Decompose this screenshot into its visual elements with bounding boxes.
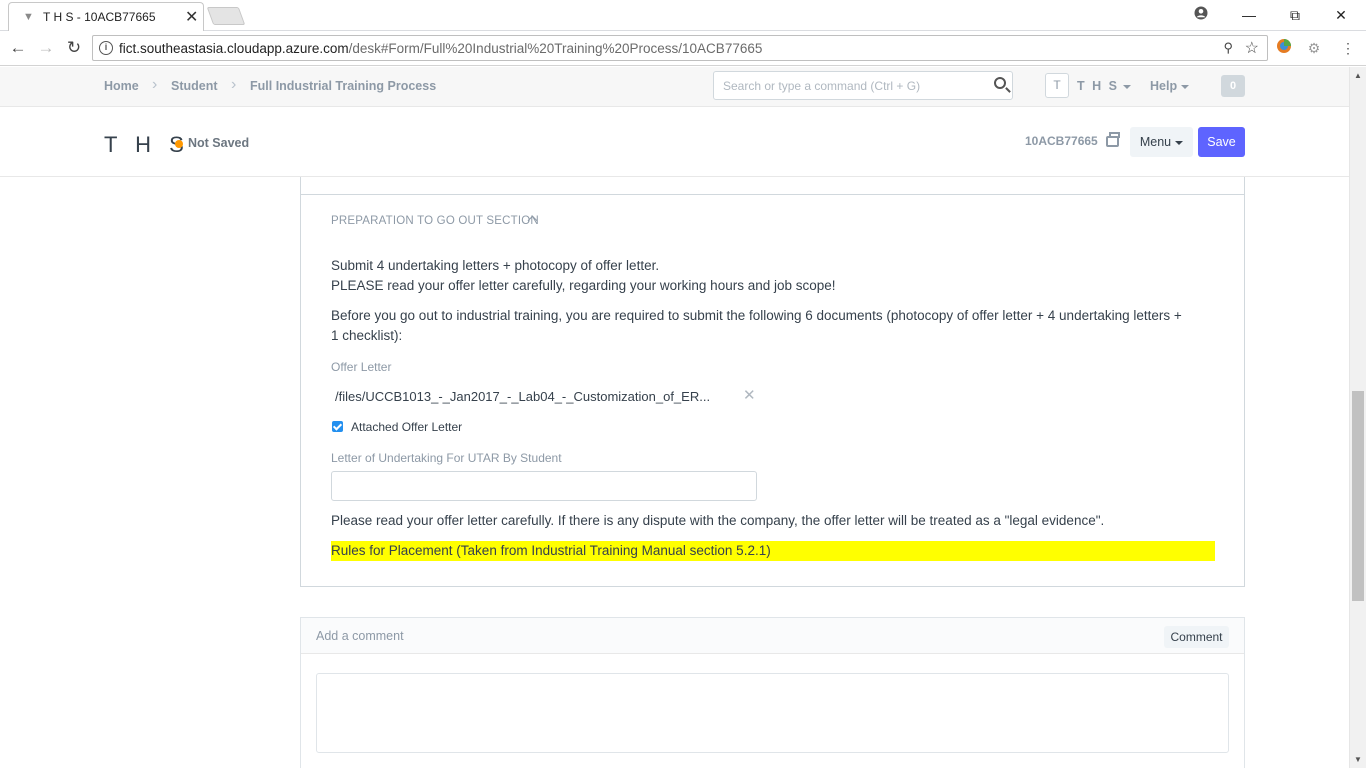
dispute-note: Please read your offer letter carefully.…	[331, 513, 1105, 528]
comment-header: Add a comment Comment	[301, 618, 1244, 654]
restore-button[interactable]: ⧉	[1280, 4, 1310, 26]
new-tab-button[interactable]	[206, 7, 246, 25]
undertaking-label: Letter of Undertaking For UTAR By Studen…	[331, 451, 562, 465]
browser-menu-icon[interactable]: ⋮	[1338, 38, 1358, 58]
comment-title: Add a comment	[316, 629, 404, 643]
breadcrumb-student[interactable]: Student	[171, 79, 218, 93]
offer-letter-label: Offer Letter	[331, 360, 392, 374]
tab-favicon-icon: ▼	[23, 11, 34, 23]
url-text[interactable]: fict.southeastasia.cloudapp.azure.com/de…	[119, 41, 762, 56]
app-navbar: Home › Student › Full Industrial Trainin…	[0, 67, 1349, 107]
profile-icon[interactable]	[1186, 4, 1216, 26]
document-name: 10ACB77665	[1025, 134, 1098, 148]
reload-icon[interactable]: ↻	[62, 37, 86, 59]
close-window-button[interactable]: ✕	[1326, 4, 1356, 26]
settings-extension-icon[interactable]: ⚙	[1304, 38, 1324, 58]
section-heading[interactable]: PREPARATION TO GO OUT SECTION	[331, 215, 539, 227]
attached-offer-letter-label: Attached Offer Letter	[351, 420, 463, 434]
chevron-down-icon	[1175, 140, 1184, 145]
status-indicator-icon	[175, 140, 183, 148]
tab-close-icon[interactable]: ✕	[185, 7, 198, 27]
preparation-section: PREPARATION TO GO OUT SECTION Submit 4 u…	[300, 195, 1245, 587]
offer-letter-file-link[interactable]: /files/UCCB1013_-_Jan2017_-_Lab04_-_Cust…	[335, 389, 710, 404]
comment-button[interactable]: Comment	[1164, 626, 1229, 648]
tab-title: T H S - 10ACB77665	[43, 10, 156, 24]
chevron-down-icon	[1122, 84, 1131, 89]
page-scrollbar[interactable]: ▲ ▼	[1349, 67, 1366, 768]
notification-badge[interactable]: 0	[1221, 75, 1245, 97]
breadcrumb-chevron-icon: ›	[231, 76, 237, 93]
avatar[interactable]: T	[1045, 73, 1069, 98]
comment-box: Add a comment Comment	[300, 617, 1245, 768]
remove-attachment-icon[interactable]: ✕	[743, 386, 756, 404]
scroll-down-icon[interactable]: ▼	[1354, 755, 1362, 764]
breadcrumb-home[interactable]: Home	[104, 79, 139, 93]
breadcrumb-doctype[interactable]: Full Industrial Training Process	[250, 79, 436, 93]
search-input[interactable]	[714, 72, 974, 99]
chevron-down-icon	[1181, 84, 1190, 89]
comment-input[interactable]	[316, 673, 1229, 753]
form-section-previous	[300, 177, 1245, 195]
search-icon[interactable]	[994, 77, 1006, 89]
bookmark-star-icon[interactable]: ☆	[1245, 38, 1259, 58]
documents-text: Before you go out to industrial training…	[331, 308, 1182, 343]
minimize-button[interactable]: —	[1234, 4, 1264, 26]
browser-tabstrip: ▼ T H S - 10ACB77665 ✕ — ⧉ ✕	[0, 0, 1366, 31]
scroll-thumb[interactable]	[1352, 391, 1364, 601]
help-menu[interactable]: Help	[1150, 79, 1190, 93]
undertaking-field[interactable]	[331, 471, 757, 501]
user-menu[interactable]: T H S	[1077, 79, 1131, 93]
scroll-up-icon[interactable]: ▲	[1354, 71, 1362, 80]
awesome-bar	[713, 71, 1013, 100]
extension-icon[interactable]	[1274, 38, 1294, 58]
rules-highlight: Rules for Placement (Taken from Industri…	[331, 541, 1215, 561]
status-badge: Not Saved	[188, 136, 250, 150]
menu-button[interactable]: Menu	[1130, 127, 1193, 157]
breadcrumb-chevron-icon: ›	[152, 76, 158, 93]
browser-tab[interactable]: ▼ T H S - 10ACB77665 ✕	[8, 2, 204, 31]
key-icon[interactable]: ⚲	[1223, 40, 1233, 56]
address-bar[interactable]: i fict.southeastasia.cloudapp.azure.com/…	[92, 35, 1268, 61]
print-icon[interactable]	[1106, 132, 1120, 147]
forward-icon[interactable]: →	[34, 37, 58, 59]
page-head: T H S Not Saved 10ACB77665 Menu Save	[0, 107, 1349, 177]
browser-toolbar: ← → ↻ i fict.southeastasia.cloudapp.azur…	[0, 31, 1366, 66]
site-info-icon[interactable]: i	[99, 41, 113, 55]
instruction-text: Submit 4 undertaking letters + photocopy…	[331, 258, 836, 293]
save-button[interactable]: Save	[1198, 127, 1245, 157]
back-icon[interactable]: ←	[6, 37, 30, 59]
attached-offer-letter-checkbox[interactable]	[332, 421, 343, 432]
